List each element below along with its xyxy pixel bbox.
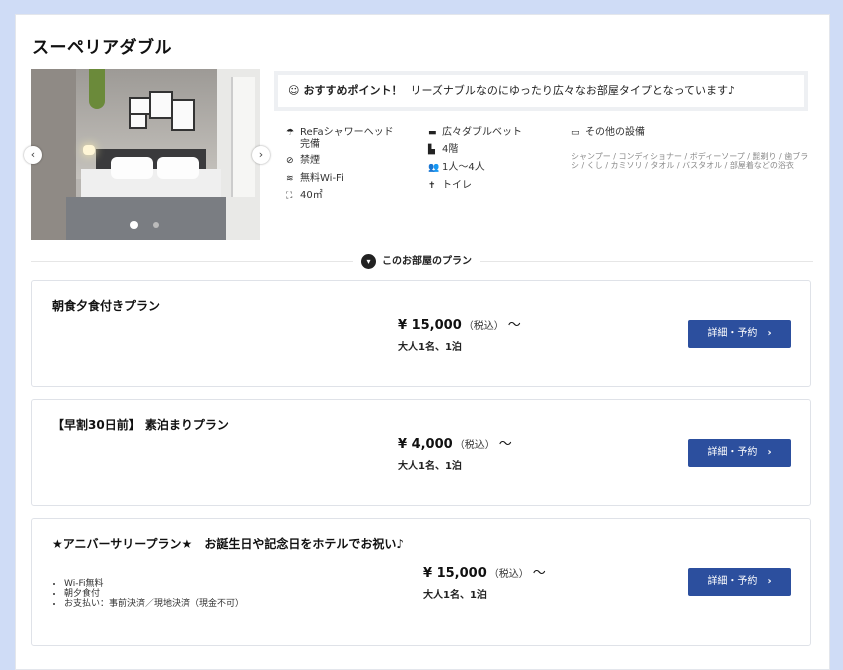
plan-features-list: Wi-Fi無料 朝夕食付 お支払い：事前決済／現地決済（現金不可）	[52, 579, 244, 609]
plan-guests: 大人1名、1泊	[423, 590, 487, 601]
people-icon: 👥	[428, 163, 440, 173]
room-title: スーペリアダブル	[32, 38, 172, 58]
feature-area: ⛶ 40㎡	[286, 190, 323, 201]
recommend-text: リーズナブルなのにゆったり広々なお部屋タイプとなっています♪	[410, 84, 736, 97]
room-card: スーペリアダブル ‹ › ☺ おすすめポイント！ リーズナブルなのにゆったり広々なお…	[15, 14, 830, 670]
recommend-label: おすすめポイント！	[303, 84, 403, 97]
no-smoking-icon: ⊘	[286, 156, 294, 166]
smile-icon: ☺	[288, 84, 300, 97]
carousel-prev-button[interactable]: ‹	[24, 146, 42, 164]
plan-guests: 大人1名、1泊	[398, 461, 462, 472]
plan-price: ¥ 15,000 （税込）〜	[423, 566, 546, 581]
toilet-icon: ✝	[428, 181, 436, 191]
plan-name: ★アニバーサリープラン★ お誕生日や記念日をホテルでお祝い♪	[52, 537, 404, 551]
plan-price: ¥ 4,000 （税込）〜	[398, 437, 512, 452]
list-item: 朝夕食付	[64, 589, 244, 599]
feature-other: ▭ その他の設備	[571, 127, 645, 138]
chevron-right-icon: ›	[767, 447, 772, 458]
bed-icon: ▬	[428, 128, 437, 138]
plans-heading: ▾ このお部屋のプラン	[353, 253, 480, 271]
wifi-icon: ≋	[286, 174, 294, 184]
chevron-down-icon: ▾	[361, 253, 376, 269]
plan-price: ¥ 15,000 （税込）〜	[398, 318, 521, 333]
chevron-right-icon: ›	[767, 576, 772, 587]
carousel-dot-active[interactable]	[130, 221, 138, 229]
reserve-button[interactable]: 詳細・予約 ›	[688, 320, 791, 348]
list-item: Wi-Fi無料	[64, 579, 244, 589]
chevron-right-icon: ›	[767, 328, 772, 339]
building-icon: ▙	[428, 145, 435, 155]
recommend-box: ☺ おすすめポイント！ リーズナブルなのにゆったり広々なお部屋タイプとなっています♪	[274, 71, 808, 111]
feature-no-smoking: ⊘ 禁煙	[286, 155, 320, 166]
amenity-icon: ▭	[571, 128, 580, 138]
feature-toilet: ✝ トイレ	[428, 180, 472, 191]
plan-card: ★アニバーサリープラン★ お誕生日や記念日をホテルでお祝い♪ Wi-Fi無料 朝…	[31, 518, 811, 646]
list-item: お支払い：事前決済／現地決済（現金不可）	[64, 599, 244, 609]
shower-icon: ☂	[286, 128, 295, 138]
feature-shower: ☂ ReFaシャワーヘッド 完備	[286, 127, 394, 150]
room-photo[interactable]	[31, 69, 260, 240]
reserve-button[interactable]: 詳細・予約 ›	[688, 568, 791, 596]
reserve-button[interactable]: 詳細・予約 ›	[688, 439, 791, 467]
other-amenities-desc: シャンプー / コンディショナー / ボディーソープ / 髭剃り / 歯ブラシ …	[571, 152, 809, 170]
feature-bed: ▬ 広々ダブルベット	[428, 127, 522, 138]
feature-wifi: ≋ 無料Wi-Fi	[286, 173, 344, 184]
expand-icon: ⛶	[286, 191, 293, 201]
plan-guests: 大人1名、1泊	[398, 342, 462, 353]
plan-card: 朝食夕食付きプラン ¥ 15,000 （税込）〜 大人1名、1泊 詳細・予約 ›	[31, 280, 811, 387]
feature-capacity: 👥 1人〜4人	[428, 162, 485, 173]
carousel-dot[interactable]	[153, 222, 159, 228]
plan-card: 【早割30日前】 素泊まりプラン ¥ 4,000 （税込）〜 大人1名、1泊 詳細…	[31, 399, 811, 506]
plan-name: 【早割30日前】 素泊まりプラン	[52, 418, 229, 432]
carousel-next-button[interactable]: ›	[252, 146, 270, 164]
plan-name: 朝食夕食付きプラン	[52, 299, 161, 313]
feature-floor: ▙ 4階	[428, 144, 459, 155]
